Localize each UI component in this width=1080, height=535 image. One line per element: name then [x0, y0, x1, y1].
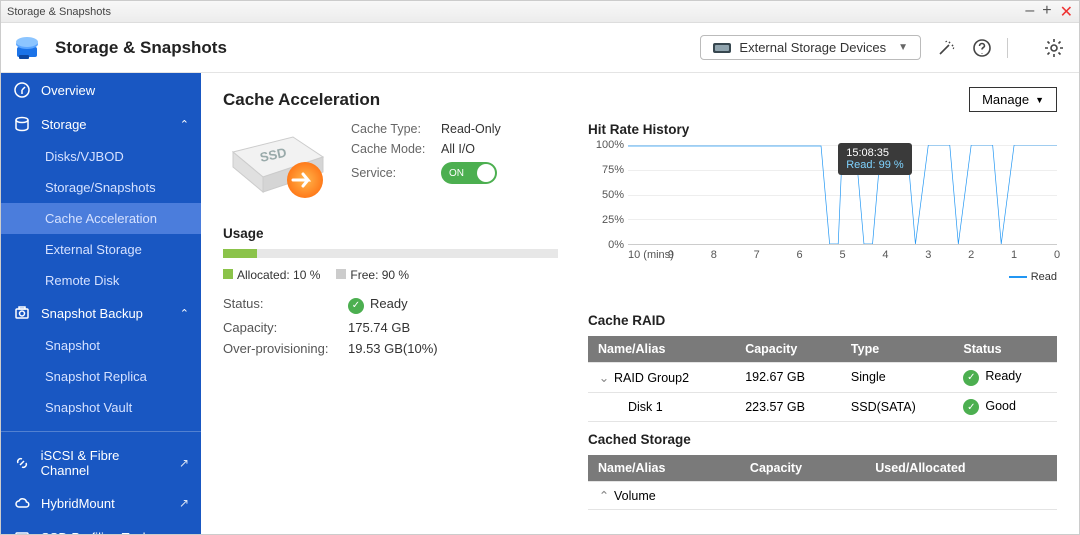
- overprov-value: 19.53 GB(10%): [348, 341, 438, 356]
- col-used[interactable]: Used/Allocated: [865, 455, 1057, 482]
- gear-icon[interactable]: [1043, 37, 1065, 59]
- status-key: Status:: [223, 296, 348, 314]
- sidebar-item-iscsi[interactable]: iSCSI & Fibre Channel ↗: [1, 440, 201, 486]
- sidebar-item-snapshot-backup[interactable]: Snapshot Backup ⌃: [1, 296, 201, 330]
- cache-mode-key: Cache Mode:: [351, 142, 441, 156]
- app-icon: [15, 33, 45, 63]
- sidebar-item-snapshot-replica[interactable]: Snapshot Replica: [1, 361, 201, 392]
- manage-button[interactable]: Manage ▼: [969, 87, 1057, 112]
- sidebar-item-ssd-profiling[interactable]: SSD Profiling Tool ↗: [1, 520, 201, 534]
- manage-label: Manage: [982, 92, 1029, 107]
- external-storage-dropdown[interactable]: External Storage Devices ▼: [700, 35, 921, 60]
- sidebar-label: HybridMount: [41, 496, 115, 511]
- overview-icon: [13, 81, 31, 99]
- sidebar-item-remote-disk[interactable]: Remote Disk: [1, 265, 201, 296]
- sidebar-label: iSCSI & Fibre Channel: [41, 448, 169, 478]
- sidebar-item-overview[interactable]: Overview: [1, 73, 201, 107]
- sidebar-label: SSD Profiling Tool: [41, 530, 146, 535]
- usage-allocated-fill: [223, 249, 257, 258]
- sidebar-label: Overview: [41, 83, 95, 98]
- main-content: Cache Acceleration Manage ▼ SSD: [201, 73, 1079, 534]
- cached-storage-table: Name/Alias Capacity Used/Allocated ⌃Volu…: [588, 455, 1057, 510]
- external-storage-label: External Storage Devices: [739, 40, 886, 55]
- col-name[interactable]: Name/Alias: [588, 336, 735, 363]
- collapse-icon[interactable]: ⌄: [598, 370, 610, 385]
- sidebar-item-storage-snapshots[interactable]: Storage/Snapshots: [1, 172, 201, 203]
- sidebar-label: Snapshot Backup: [41, 306, 143, 321]
- app-title: Storage & Snapshots: [55, 38, 227, 58]
- hit-history-title: Hit Rate History: [588, 122, 1057, 137]
- sidebar-item-disks[interactable]: Disks/VJBOD: [1, 141, 201, 172]
- col-status[interactable]: Status: [953, 336, 1057, 363]
- col-name[interactable]: Name/Alias: [588, 455, 740, 482]
- minimize-icon[interactable]: –: [1025, 2, 1034, 22]
- chevron-down-icon: ▼: [1035, 95, 1044, 105]
- ssd-icon: [13, 528, 31, 534]
- sidebar-item-snapshot-vault[interactable]: Snapshot Vault: [1, 392, 201, 423]
- storage-icon: [13, 115, 31, 133]
- service-key: Service:: [351, 166, 441, 180]
- cache-raid-table: Name/Alias Capacity Type Status ⌄RAID Gr…: [588, 336, 1057, 422]
- table-row[interactable]: Disk 1 223.57 GB SSD(SATA) ✓Good: [588, 392, 1057, 422]
- window-titlebar: Storage & Snapshots – + ✕: [1, 1, 1079, 23]
- sidebar-item-cache-acceleration[interactable]: Cache Acceleration: [1, 203, 201, 234]
- cache-mode-value: All I/O: [441, 142, 475, 156]
- col-capacity[interactable]: Capacity: [740, 455, 865, 482]
- check-icon: ✓: [963, 370, 979, 386]
- snapshot-icon: [13, 304, 31, 322]
- service-toggle[interactable]: ON: [441, 162, 497, 184]
- divider: [1007, 38, 1029, 58]
- hit-rate-chart: 100%75%50%25%0% 15:08:35 Read: 99 %: [588, 145, 1057, 285]
- page-title: Cache Acceleration: [223, 90, 380, 110]
- expand-icon[interactable]: ⌃: [598, 488, 610, 503]
- col-type[interactable]: Type: [841, 336, 953, 363]
- external-link-icon: ↗: [179, 496, 189, 510]
- chevron-down-icon: ▼: [898, 42, 908, 53]
- sidebar-item-storage[interactable]: Storage ⌃: [1, 107, 201, 141]
- check-icon: ✓: [963, 399, 979, 415]
- table-row[interactable]: ⌄RAID Group2 192.67 GB Single ✓Ready: [588, 363, 1057, 393]
- free-legend: Free: 90 %: [336, 268, 409, 282]
- sidebar-item-snapshot[interactable]: Snapshot: [1, 330, 201, 361]
- sidebar-label: Storage: [41, 117, 87, 132]
- cloud-icon: [13, 494, 31, 512]
- cache-type-value: Read-Only: [441, 122, 501, 136]
- cache-type-key: Cache Type:: [351, 122, 441, 136]
- allocated-legend: Allocated: 10 %: [223, 268, 320, 282]
- chevron-up-icon: ⌃: [180, 307, 189, 320]
- external-link-icon: ↗: [179, 456, 189, 470]
- chevron-up-icon: ⌃: [180, 118, 189, 131]
- hdd-icon: [713, 41, 731, 55]
- sidebar: Overview Storage ⌃ Disks/VJBOD Storage/S…: [1, 73, 201, 534]
- window-title: Storage & Snapshots: [7, 6, 111, 18]
- sidebar-item-hybridmount[interactable]: HybridMount ↗: [1, 486, 201, 520]
- wand-icon[interactable]: [935, 37, 957, 59]
- chart-legend: Read: [1009, 271, 1057, 283]
- capacity-key: Capacity:: [223, 320, 348, 335]
- chart-tooltip: 15:08:35 Read: 99 %: [838, 143, 911, 175]
- cache-raid-title: Cache RAID: [588, 313, 1057, 328]
- capacity-value: 175.74 GB: [348, 320, 410, 335]
- cached-storage-title: Cached Storage: [588, 432, 1057, 447]
- check-icon: ✓: [348, 298, 364, 314]
- ssd-illustration: SSD: [223, 122, 333, 212]
- app-header: Storage & Snapshots External Storage Dev…: [1, 23, 1079, 73]
- sidebar-item-external-storage[interactable]: External Storage: [1, 234, 201, 265]
- link-icon: [13, 454, 31, 472]
- usage-title: Usage: [223, 226, 558, 241]
- external-link-icon: ↗: [179, 530, 189, 534]
- table-row[interactable]: ⌃Volume: [588, 482, 1057, 510]
- col-capacity[interactable]: Capacity: [735, 336, 841, 363]
- close-icon[interactable]: ✕: [1060, 2, 1073, 22]
- usage-bar: [223, 249, 558, 258]
- overprov-key: Over-provisioning:: [223, 341, 348, 356]
- help-icon[interactable]: [971, 37, 993, 59]
- status-value: ✓Ready: [348, 296, 408, 314]
- maximize-icon[interactable]: +: [1042, 2, 1051, 22]
